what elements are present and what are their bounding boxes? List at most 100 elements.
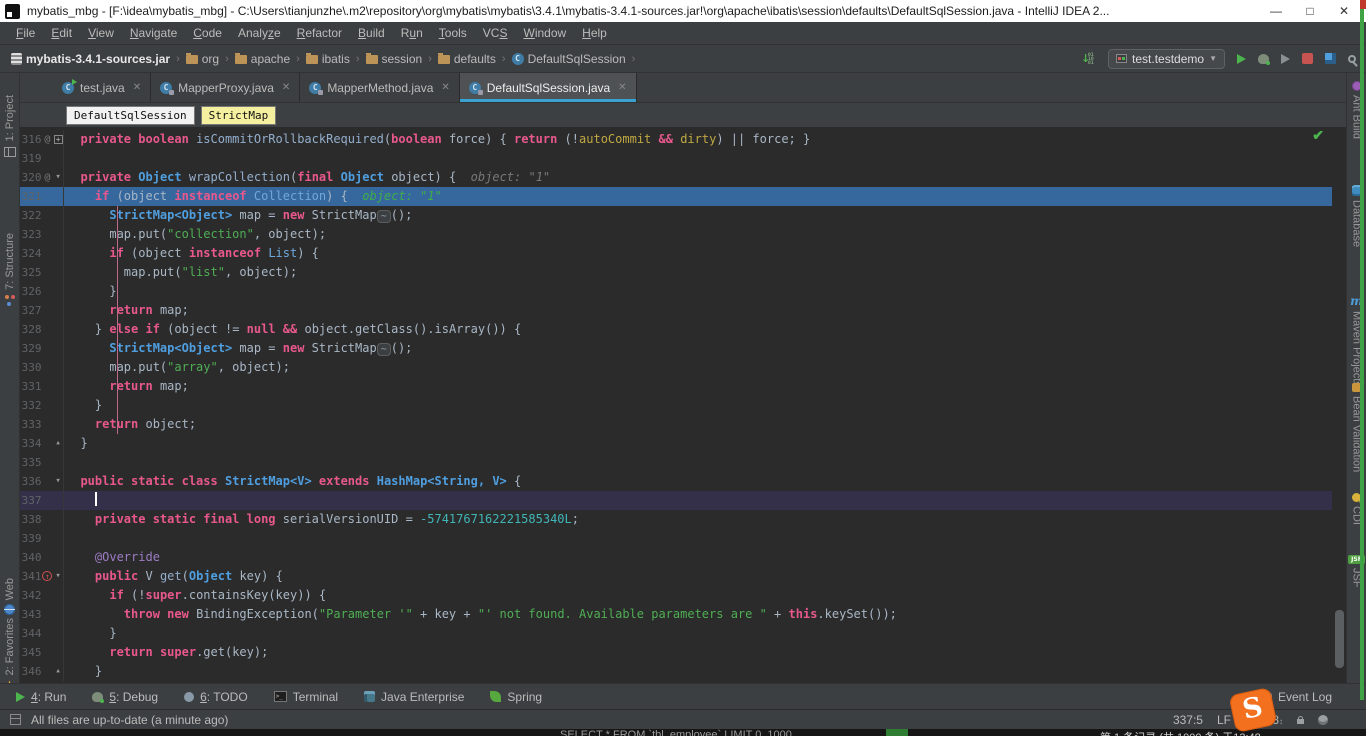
code-text[interactable]: throw new BindingException("Parameter '"… xyxy=(64,605,1332,624)
menu-item-help[interactable]: Help xyxy=(574,23,615,43)
code-line-326[interactable]: 326 } xyxy=(20,282,1332,301)
tool-button-java-enterprise[interactable]: Java Enterprise xyxy=(364,690,464,704)
code-line-332[interactable]: 332 } xyxy=(20,396,1332,415)
fold-marker[interactable]: ▴ xyxy=(53,662,63,681)
code-text[interactable]: @Override xyxy=(64,548,1332,567)
crumb-tag-strictmap[interactable]: StrictMap xyxy=(201,106,277,125)
code-line-320[interactable]: 320@▾ private Object wrapCollection(fina… xyxy=(20,168,1332,187)
run-button[interactable] xyxy=(1237,54,1246,64)
line-number[interactable]: 329 xyxy=(20,339,42,358)
code-line-339[interactable]: 339 xyxy=(20,529,1332,548)
line-number[interactable]: 345 xyxy=(20,643,42,662)
code-line-345[interactable]: 345 return super.get(key); xyxy=(20,643,1332,662)
update-project-icon[interactable] xyxy=(1081,52,1096,65)
code-text[interactable] xyxy=(64,149,1332,168)
line-number[interactable]: 324 xyxy=(20,244,42,263)
tool-button-2-favorites[interactable]: 2: Favorites xyxy=(0,618,19,691)
code-line-321[interactable]: 321 if (object instanceof Collection) { … xyxy=(20,187,1332,206)
folded-diamond[interactable]: ~ xyxy=(377,343,391,356)
code-line-329[interactable]: 329 StrictMap<Object> map = new StrictMa… xyxy=(20,339,1332,358)
menu-item-build[interactable]: Build xyxy=(350,23,393,43)
code-text[interactable]: } xyxy=(64,434,1332,453)
maximize-button[interactable]: □ xyxy=(1293,4,1327,18)
code-text[interactable]: public V get(Object key) { xyxy=(64,567,1332,586)
menu-item-window[interactable]: Window xyxy=(515,23,574,43)
line-number[interactable]: 333 xyxy=(20,415,42,434)
fold-marker[interactable]: ▾ xyxy=(53,472,63,491)
line-number[interactable]: 321 xyxy=(20,187,42,206)
code-line-340[interactable]: 340 @Override xyxy=(20,548,1332,567)
menu-item-analyze[interactable]: Analyze xyxy=(230,23,289,43)
line-number[interactable]: 343 xyxy=(20,605,42,624)
tool-button-web[interactable]: Web xyxy=(0,578,19,615)
override-marker[interactable]: ↑ xyxy=(42,567,54,586)
code-line-333[interactable]: 333 return object; xyxy=(20,415,1332,434)
tab-mapperproxy-java[interactable]: MapperProxy.java✕ xyxy=(151,73,300,102)
code-text[interactable]: } else if (object != null && object.getC… xyxy=(64,320,1332,339)
debug-button[interactable] xyxy=(1258,54,1269,64)
breadcrumb-item-org[interactable]: org xyxy=(185,50,220,68)
run-configuration-select[interactable]: test.testdemo ▼ xyxy=(1108,49,1225,69)
menu-item-edit[interactable]: Edit xyxy=(43,23,80,43)
code-text[interactable]: return object; xyxy=(64,415,1332,434)
line-number[interactable]: 335 xyxy=(20,453,42,472)
code-text[interactable]: } xyxy=(64,662,1332,681)
code-text[interactable]: map.put("array", object); xyxy=(64,358,1332,377)
code-line-346[interactable]: 346▴ } xyxy=(20,662,1332,681)
fold-marker[interactable]: + xyxy=(53,130,63,149)
code-text[interactable]: if (!super.containsKey(key)) { xyxy=(64,586,1332,605)
code-line-336[interactable]: 336▾ public static class StrictMap<V> ex… xyxy=(20,472,1332,491)
stop-button[interactable] xyxy=(1302,53,1313,64)
code-text[interactable]: return super.get(key); xyxy=(64,643,1332,662)
code-line-331[interactable]: 331 return map; xyxy=(20,377,1332,396)
code-text[interactable] xyxy=(64,529,1332,548)
code-line-327[interactable]: 327 return map; xyxy=(20,301,1332,320)
fold-expand-icon[interactable]: + xyxy=(54,135,63,144)
line-number[interactable]: 322 xyxy=(20,206,42,225)
line-number[interactable]: 344 xyxy=(20,624,42,643)
tool-button-5-debug[interactable]: 5: Debug xyxy=(92,690,158,704)
inspections-ok-icon[interactable]: ✔ xyxy=(1312,127,1324,144)
code-text[interactable]: return map; xyxy=(64,377,1332,396)
line-ending[interactable]: LF xyxy=(1217,713,1231,727)
code-text[interactable]: } xyxy=(64,396,1332,415)
tab-defaultsqlsession-java[interactable]: DefaultSqlSession.java✕ xyxy=(460,73,637,102)
minimize-button[interactable]: — xyxy=(1259,4,1293,18)
code-text[interactable]: public static class StrictMap<V> extends… xyxy=(64,472,1332,491)
code-line-323[interactable]: 323 map.put("collection", object); xyxy=(20,225,1332,244)
line-number[interactable]: 341 xyxy=(20,567,42,586)
menu-item-refactor[interactable]: Refactor xyxy=(289,23,350,43)
breadcrumb-item-mybatis-3-4-1-sources-jar[interactable]: mybatis-3.4.1-sources.jar xyxy=(10,50,171,68)
code-line-341[interactable]: 341↑▾ public V get(Object key) { xyxy=(20,567,1332,586)
line-number[interactable]: 323 xyxy=(20,225,42,244)
line-number[interactable]: 319 xyxy=(20,149,42,168)
line-number[interactable]: 338 xyxy=(20,510,42,529)
breadcrumb-item-defaultsqlsession[interactable]: DefaultSqlSession xyxy=(511,50,627,68)
code-line-338[interactable]: 338 private static final long serialVers… xyxy=(20,510,1332,529)
fold-marker[interactable]: ▾ xyxy=(53,168,63,187)
menu-item-navigate[interactable]: Navigate xyxy=(122,23,185,43)
tab-close-icon[interactable]: ✕ xyxy=(441,82,449,93)
code-line-344[interactable]: 344 } xyxy=(20,624,1332,643)
code-line-342[interactable]: 342 if (!super.containsKey(key)) { xyxy=(20,586,1332,605)
line-number[interactable]: 328 xyxy=(20,320,42,339)
code-text[interactable]: return map; xyxy=(64,301,1332,320)
restore-layout-icon[interactable] xyxy=(1325,53,1336,64)
tool-button-terminal[interactable]: Terminal xyxy=(274,690,338,704)
code-line-324[interactable]: 324 if (object instanceof List) { xyxy=(20,244,1332,263)
code-text[interactable]: private static final long serialVersionU… xyxy=(64,510,1332,529)
line-number[interactable]: 331 xyxy=(20,377,42,396)
tool-button-4-run[interactable]: 4: Run xyxy=(16,690,66,704)
line-number[interactable]: 325 xyxy=(20,263,42,282)
line-number[interactable]: 339 xyxy=(20,529,42,548)
code-text[interactable]: StrictMap<Object> map = new StrictMap~()… xyxy=(64,206,1332,225)
code-line-325[interactable]: 325 map.put("list", object); xyxy=(20,263,1332,282)
search-everywhere-icon[interactable] xyxy=(1348,55,1356,63)
breadcrumb-item-apache[interactable]: apache xyxy=(234,50,291,68)
tool-button-6-todo[interactable]: 6: TODO xyxy=(184,690,248,704)
code-line-330[interactable]: 330 map.put("array", object); xyxy=(20,358,1332,377)
code-text[interactable]: private Object wrapCollection(final Obje… xyxy=(64,168,1332,187)
menu-item-file[interactable]: File xyxy=(8,23,43,43)
editor-scrollbar[interactable] xyxy=(1335,610,1344,668)
code-line-328[interactable]: 328 } else if (object != null && object.… xyxy=(20,320,1332,339)
